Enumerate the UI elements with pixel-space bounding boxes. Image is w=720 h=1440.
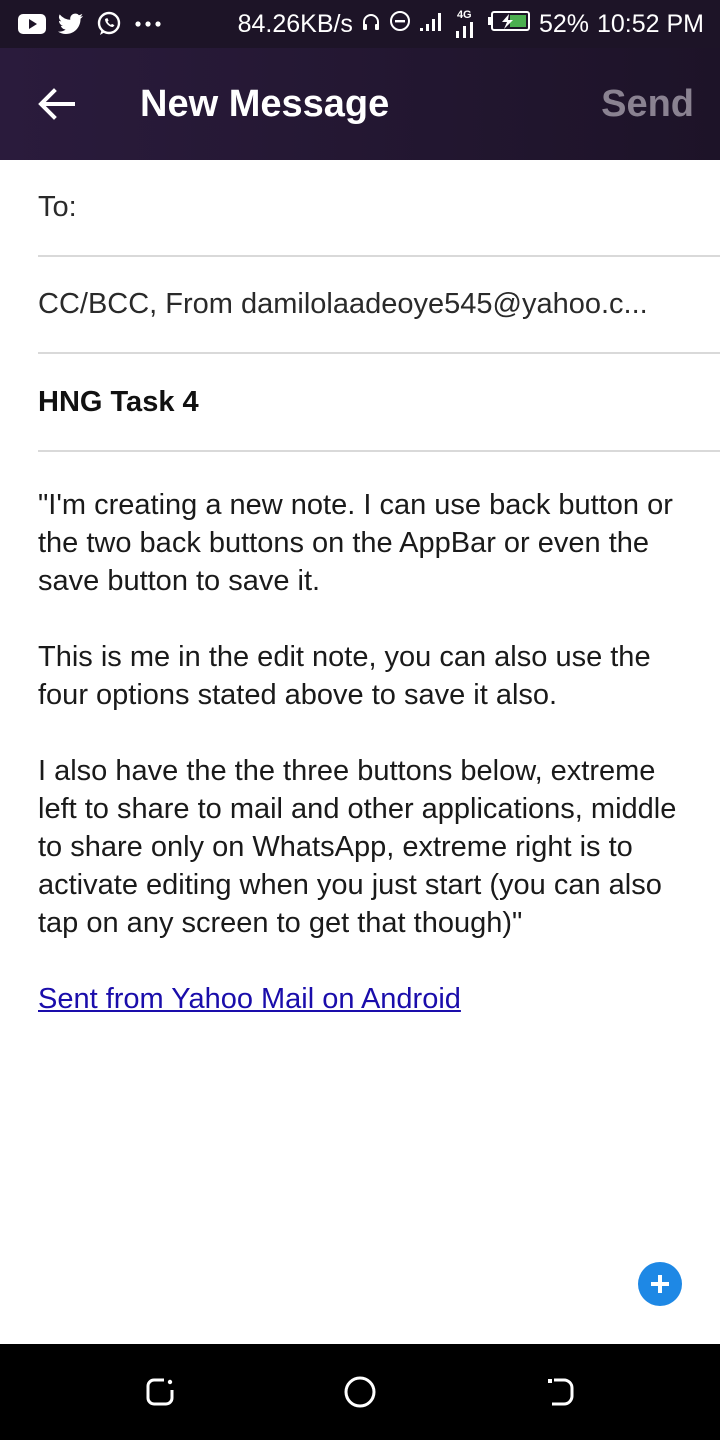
app-bar: New Message Send — [0, 48, 720, 160]
send-button[interactable]: Send — [601, 83, 694, 126]
back-nav-button[interactable] — [536, 1368, 584, 1416]
body-paragraph-3: I also have the the three buttons below,… — [38, 755, 677, 939]
page-title: New Message — [140, 82, 390, 125]
clock: 10:52 PM — [596, 9, 704, 38]
message-body[interactable]: "I'm creating a new note. I can use back… — [38, 486, 698, 1018]
status-bar: 84.26KB/s 4G 52% 10:52 PM — [0, 0, 720, 48]
back-button[interactable] — [26, 74, 86, 134]
to-label: To: — [38, 191, 77, 223]
subject-text: HNG Task 4 — [38, 386, 199, 418]
navigation-bar — [0, 1344, 720, 1440]
body-paragraph-1: "I'm creating a new note. I can use back… — [38, 489, 673, 597]
system-status: 84.26KB/s 4G 52% 10:52 PM — [230, 9, 704, 39]
youtube-icon — [18, 14, 46, 34]
screen: 84.26KB/s 4G 52% 10:52 PM New Message Se… — [0, 0, 720, 1440]
cc-bcc-from-text: CC/BCC, From damilolaadeoye545@yahoo.c..… — [38, 288, 648, 320]
headphones-icon — [361, 10, 381, 39]
network-speed: 84.26KB/s — [237, 9, 353, 38]
back-icon — [548, 1378, 574, 1406]
battery-level: 52% — [538, 9, 589, 38]
notification-icons — [18, 11, 174, 37]
plus-icon — [651, 1275, 669, 1293]
signal-icon — [419, 10, 445, 39]
recent-apps-icon — [146, 1378, 174, 1406]
battery-charging-icon — [487, 10, 531, 39]
subject-field[interactable]: HNG Task 4 — [38, 355, 720, 452]
home-icon — [344, 1376, 376, 1408]
home-button[interactable] — [336, 1368, 384, 1416]
4g-signal-icon: 4G — [453, 9, 479, 39]
network-type: 4G — [456, 9, 472, 21]
dnd-icon — [389, 10, 411, 39]
recent-apps-button[interactable] — [136, 1368, 184, 1416]
body-paragraph-2: This is me in the edit note, you can als… — [38, 641, 651, 711]
more-dots-icon — [134, 20, 162, 28]
twitter-icon — [58, 13, 84, 35]
to-field[interactable]: To: — [38, 160, 720, 257]
add-attachment-button[interactable] — [638, 1262, 682, 1306]
signature-link[interactable]: Sent from Yahoo Mail on Android — [38, 983, 461, 1015]
whatsapp-icon — [96, 11, 122, 37]
arrow-left-icon — [38, 88, 75, 120]
cc-bcc-from-field[interactable]: CC/BCC, From damilolaadeoye545@yahoo.c..… — [38, 257, 720, 354]
